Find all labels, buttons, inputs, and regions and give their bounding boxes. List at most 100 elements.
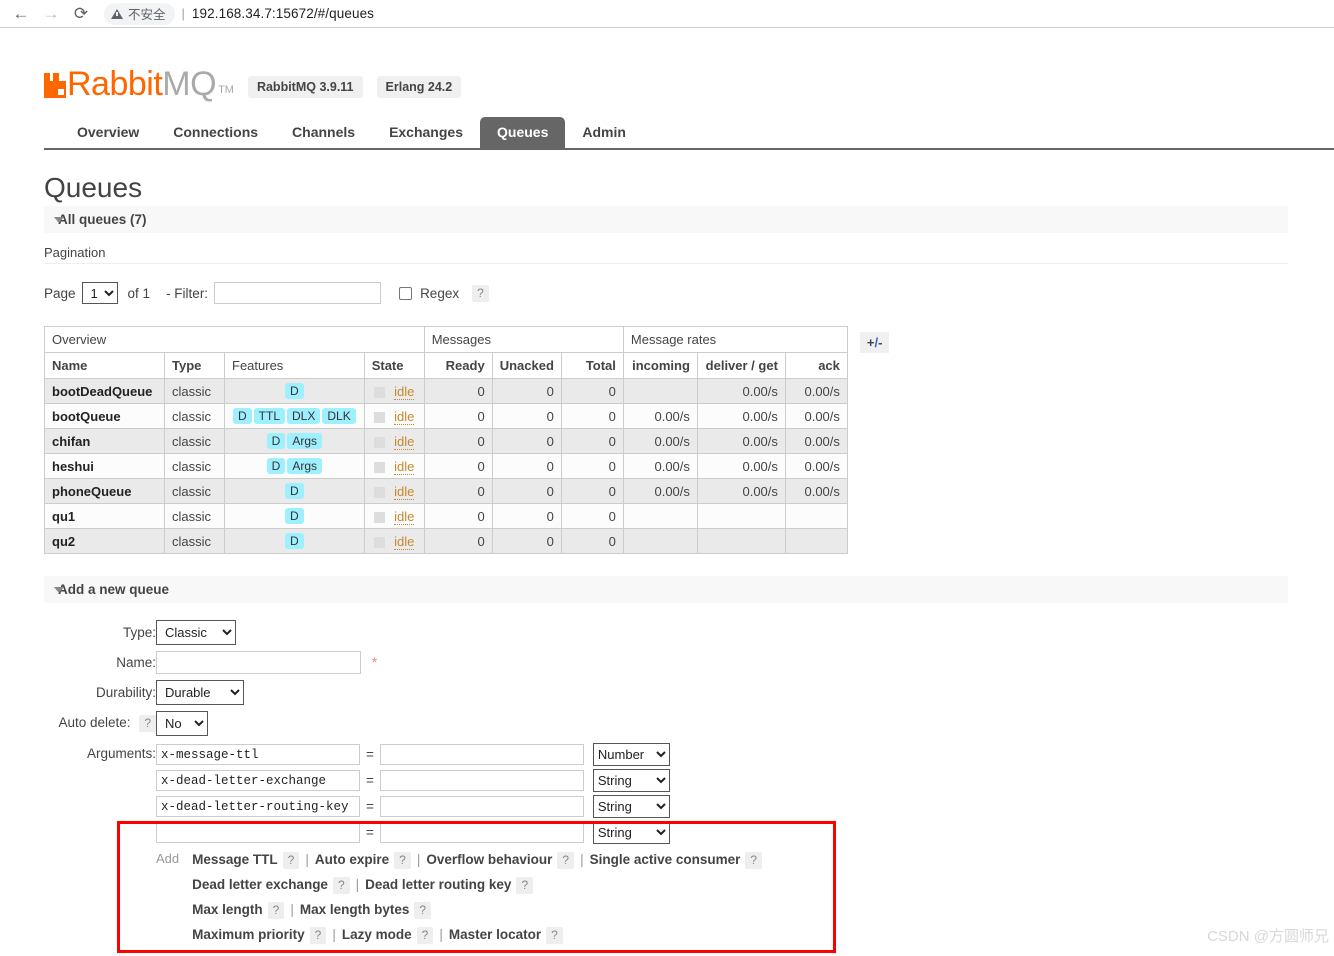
preset-argument-link[interactable]: Master locator (449, 927, 541, 942)
rabbitmq-management-page: Rabbit MQ TM RabbitMQ 3.9.11 Erlang 24.2… (0, 28, 1334, 956)
preset-help-icon[interactable]: ? (516, 877, 534, 894)
argument-value-input[interactable] (379, 796, 584, 817)
table-row: phoneQueue classic Didle 0 0 0 0.00/s 0.00/s 0.0… (44, 478, 897, 504)
back-icon[interactable]: ← (6, 1, 36, 27)
preset-argument-link[interactable]: Dead letter exchange (192, 877, 328, 892)
argument-value-input[interactable] (379, 822, 584, 843)
argument-value-input[interactable] (379, 770, 584, 791)
toggle-columns-button[interactable]: +/- (859, 331, 890, 353)
preset-link-row: Maximum priority? | Lazy mode? | Master loca… (192, 926, 762, 944)
preset-argument-link[interactable]: Dead letter routing key (365, 877, 511, 892)
separator-pipe: | (355, 877, 360, 892)
all-queues-label: All queues (7) (58, 212, 147, 227)
col-ready[interactable]: Ready (423, 352, 493, 379)
preset-argument-link[interactable]: Single active consumer (590, 852, 741, 867)
rabbitmq-logo[interactable]: Rabbit MQ TM (44, 65, 234, 104)
reload-icon[interactable]: ⟳ (66, 1, 96, 27)
regex-checkbox[interactable] (399, 286, 413, 300)
cell-unacked: 0 (491, 428, 562, 454)
table-row: bootQueue classic D TTL DLX DLK idle 0 0 0 0.00/s 0… (44, 403, 897, 429)
preset-argument-link[interactable]: Auto expire (315, 852, 389, 867)
preset-argument-link[interactable]: Max length (192, 902, 263, 917)
pagination-label: Pagination (44, 233, 1288, 264)
cell-queue-name[interactable]: chifan (44, 428, 165, 454)
tab-overview[interactable]: Overview (60, 117, 156, 148)
tab-exchanges[interactable]: Exchanges (372, 117, 480, 148)
security-chip[interactable]: 不安全 (104, 2, 175, 25)
preset-argument-link[interactable]: Maximum priority (192, 927, 305, 942)
preset-argument-link[interactable]: Overflow behaviour (426, 852, 552, 867)
cell-deliver-get: 0.00/s (696, 378, 786, 404)
preset-help-icon[interactable]: ? (332, 877, 350, 894)
auto-delete-help-icon[interactable]: ? (139, 715, 156, 732)
preset-help-icon[interactable]: ? (282, 852, 300, 869)
add-queue-section-toggle[interactable]: Add a new queue (44, 576, 1288, 603)
durability-select[interactable]: Durable (156, 680, 244, 705)
cell-queue-name[interactable]: bootQueue (44, 403, 165, 429)
all-queues-section-toggle[interactable]: All queues (7) (44, 206, 1288, 233)
col-state[interactable]: State (363, 352, 425, 379)
browser-toolbar: ← → ⟳ 不安全 | 192.168.34.7:15672/#/queues (0, 0, 1334, 28)
separator-pipe: | (290, 902, 294, 917)
tab-connections[interactable]: Connections (156, 117, 275, 148)
cell-total: 0 (560, 403, 624, 429)
cell-queue-name[interactable]: phoneQueue (44, 478, 165, 504)
argument-key-input[interactable] (156, 822, 360, 843)
cell-queue-name[interactable]: bootDeadQueue (44, 378, 165, 404)
cell-ready: 0 (423, 403, 493, 429)
argument-key-input[interactable] (156, 796, 360, 817)
argument-type-select[interactable]: String (592, 769, 670, 792)
col-total[interactable]: Total (560, 352, 624, 379)
preset-help-icon[interactable]: ? (309, 927, 327, 944)
argument-value-input[interactable] (379, 744, 584, 765)
tab-channels[interactable]: Channels (275, 117, 372, 148)
separator-pipe: | (332, 927, 336, 942)
preset-help-icon[interactable]: ? (546, 927, 563, 944)
cell-queue-name[interactable]: qu2 (44, 528, 165, 554)
preset-help-icon[interactable]: ? (557, 852, 575, 869)
preset-help-icon[interactable]: ? (416, 927, 434, 944)
argument-type-select[interactable]: Number (592, 743, 670, 766)
cell-ready: 0 (423, 528, 493, 554)
preset-argument-link[interactable]: Lazy mode (342, 927, 412, 942)
regex-help-icon[interactable]: ? (472, 284, 489, 302)
address-bar[interactable]: 不安全 | 192.168.34.7:15672/#/queues (104, 2, 374, 25)
col-type[interactable]: Type (164, 352, 225, 379)
cell-unacked: 0 (491, 453, 562, 479)
col-unacked[interactable]: Unacked (491, 352, 562, 379)
auto-delete-select[interactable]: No (156, 711, 208, 736)
forward-icon[interactable]: → (36, 1, 66, 27)
preset-help-icon[interactable]: ? (414, 902, 432, 919)
preset-help-icon[interactable]: ? (394, 852, 411, 869)
warning-triangle-icon (111, 8, 123, 19)
argument-key-input[interactable] (156, 770, 360, 791)
page-number-select[interactable]: 1 (81, 282, 118, 304)
tab-admin[interactable]: Admin (565, 117, 643, 148)
cell-queue-name[interactable]: heshui (44, 453, 165, 479)
col-ack[interactable]: ack (784, 352, 848, 379)
cell-spacer (847, 478, 897, 504)
cell-spacer (847, 428, 897, 454)
preset-argument-link[interactable]: Max length bytes (300, 902, 410, 917)
argument-type-select[interactable]: String (592, 821, 670, 844)
tab-queues[interactable]: Queues (480, 117, 566, 148)
col-deliver-get[interactable]: deliver / get (696, 352, 786, 379)
col-incoming[interactable]: incoming (622, 352, 698, 379)
col-name[interactable]: Name (44, 352, 165, 379)
preset-help-icon[interactable]: ? (267, 902, 285, 919)
cell-spacer (847, 503, 897, 529)
argument-type-select[interactable]: String (592, 795, 670, 818)
cell-ready: 0 (423, 453, 493, 479)
cell-queue-features: D (224, 378, 365, 404)
feature-badge: D (266, 433, 286, 449)
cell-queue-name[interactable]: qu1 (44, 503, 165, 529)
queue-type-select[interactable]: Classic (156, 620, 236, 645)
separator-pipe: | (305, 852, 309, 867)
preset-argument-link[interactable]: Message TTL (192, 852, 278, 867)
queue-name-input[interactable] (156, 651, 361, 674)
argument-key-input[interactable] (156, 744, 360, 765)
preset-help-icon[interactable]: ? (745, 852, 763, 869)
filter-input[interactable] (214, 282, 382, 304)
feature-badge: TTL (253, 408, 286, 424)
arguments-label: Arguments: (86, 746, 156, 761)
